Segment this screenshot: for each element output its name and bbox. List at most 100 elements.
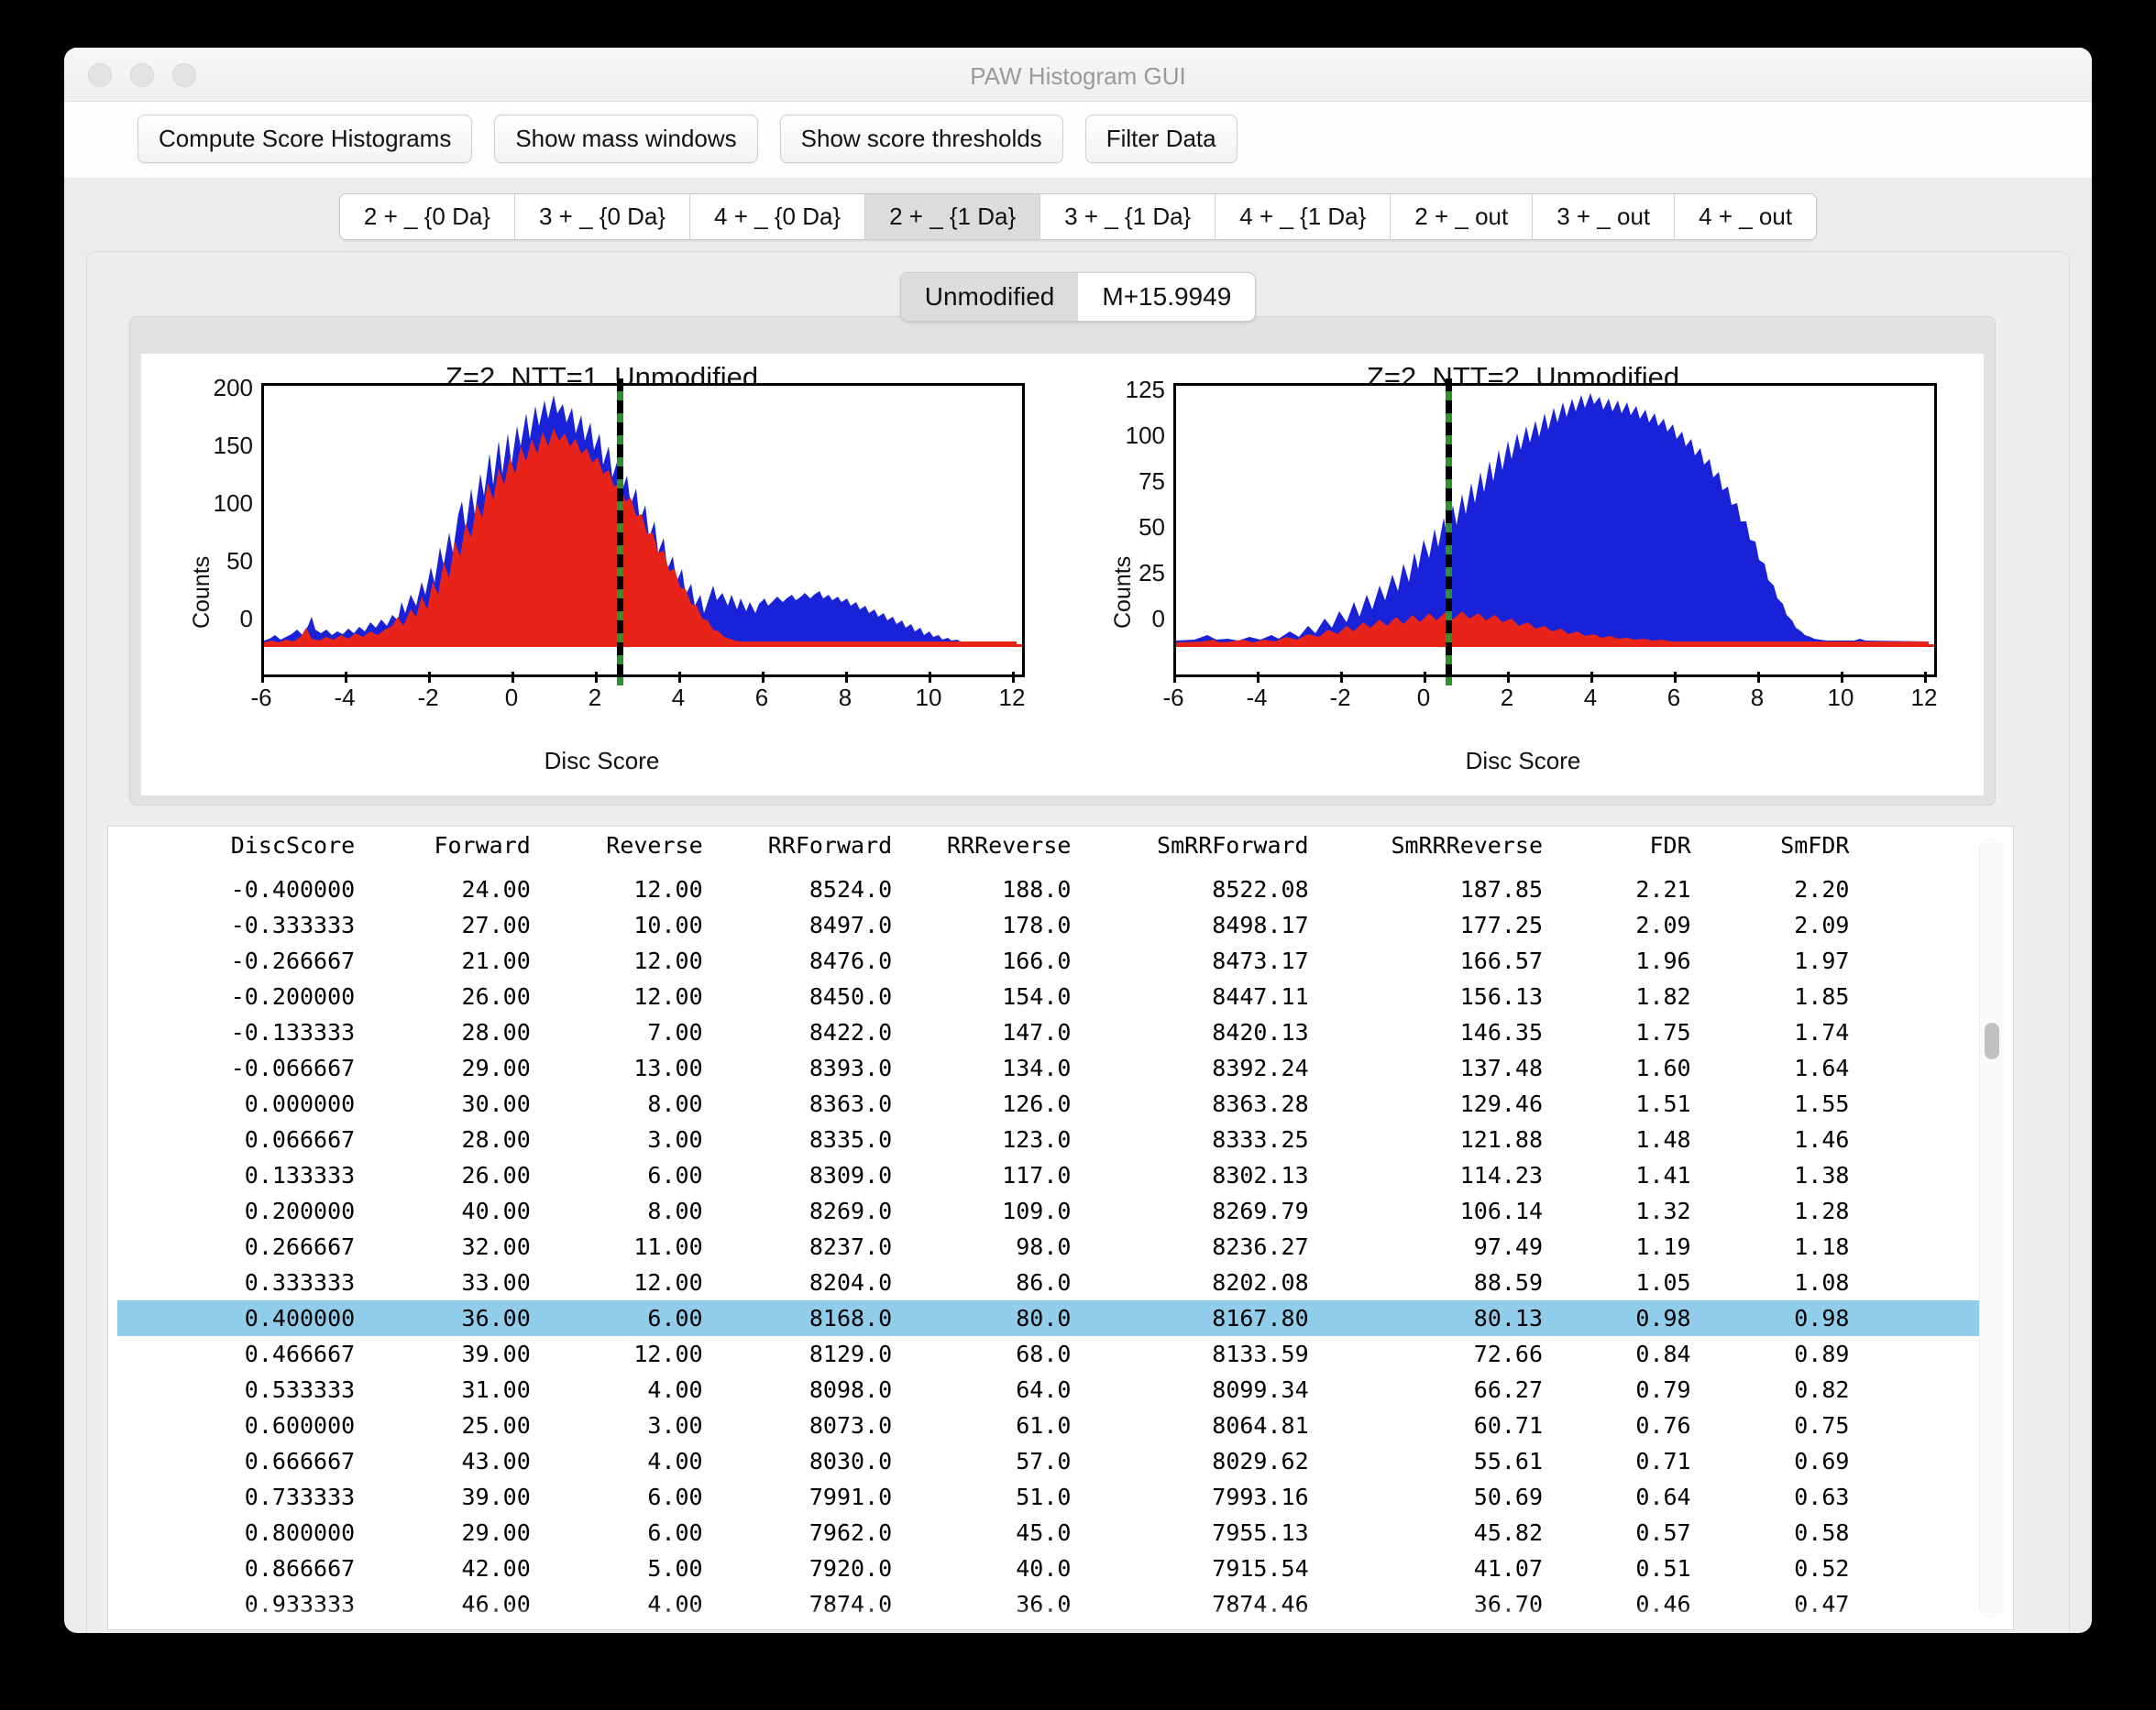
table-cell-reverse: 8.00	[531, 1193, 703, 1229]
table-cell-rrreverse: 188.0	[892, 871, 1071, 907]
table-cell-smrrreverse: 156.13	[1309, 979, 1543, 1014]
table-cell-spacer	[1849, 1336, 1987, 1372]
column-header-forward[interactable]: Forward	[355, 827, 531, 871]
table-row[interactable]: 0.26666732.0011.008237.098.08236.2797.49…	[117, 1229, 1987, 1265]
x-tick-left-0: 0	[493, 684, 530, 712]
table-cell-fdr: 0.71	[1543, 1443, 1691, 1479]
table-cell-smrrreverse: 166.57	[1309, 943, 1543, 979]
table-scrollbar-thumb[interactable]	[1985, 1023, 1999, 1059]
title-bar: PAW Histogram GUI	[64, 48, 2092, 102]
filter-data-button[interactable]: Filter Data	[1085, 115, 1238, 163]
table-cell-reverse: 4.00	[531, 1622, 703, 1630]
table-row[interactable]: -0.06666729.0013.008393.0134.08392.24137…	[117, 1050, 1987, 1086]
show-score-thresholds-button[interactable]: Show score thresholds	[780, 115, 1063, 163]
tab-4plus-1da[interactable]: 4 + _ {1 Da}	[1216, 194, 1391, 239]
table-row[interactable]: 0.93333346.004.007874.036.07874.4636.700…	[117, 1586, 1987, 1622]
table-cell-reverse: 3.00	[531, 1122, 703, 1157]
table-cell-rrforward: 8476.0	[703, 943, 893, 979]
charge-state-tab-bar: 2 + _ {0 Da} 3 + _ {0 Da} 4 + _ {0 Da} 2…	[64, 179, 2092, 251]
table-cell-forward: 21.00	[355, 943, 531, 979]
histogram-svg-left	[264, 386, 1017, 669]
table-row[interactable]: 0.73333339.006.007991.051.07993.1650.690…	[117, 1479, 1987, 1515]
tab-2plus-out[interactable]: 2 + _ out	[1391, 194, 1533, 239]
table-row[interactable]: 0.80000029.006.007962.045.07955.1345.820…	[117, 1515, 1987, 1551]
table-row[interactable]: 0.60000025.003.008073.061.08064.8160.710…	[117, 1408, 1987, 1443]
subtab-m-plus-15-9949[interactable]: M+15.9949	[1078, 273, 1255, 321]
table-cell-reverse: 12.00	[531, 979, 703, 1014]
y-tick-right-75: 75	[1081, 467, 1165, 496]
table-row[interactable]: 0.53333331.004.008098.064.08099.3466.270…	[117, 1372, 1987, 1408]
table-cell-reverse: 4.00	[531, 1586, 703, 1622]
table-cell-forward: 32.00	[355, 1229, 531, 1265]
table-cell-reverse: 6.00	[531, 1300, 703, 1336]
score-threshold-line-right[interactable]	[1446, 378, 1452, 685]
column-header-rrforward[interactable]: RRForward	[703, 827, 893, 871]
table-cell-discscore: 0.066667	[117, 1122, 355, 1157]
subtab-unmodified[interactable]: Unmodified	[901, 273, 1079, 321]
table-cell-smrrreverse: 129.46	[1309, 1086, 1543, 1122]
show-mass-windows-button[interactable]: Show mass windows	[494, 115, 757, 163]
table-row[interactable]: 0.33333333.0012.008204.086.08202.0888.59…	[117, 1265, 1987, 1300]
table-row[interactable]: 1.00000042.004.007832.032.07832.0332.820…	[117, 1622, 1987, 1630]
table-cell-spacer	[1849, 1372, 1987, 1408]
table-cell-smrrforward: 8498.17	[1071, 907, 1308, 943]
table-row[interactable]: 0.40000036.006.008168.080.08167.8080.130…	[117, 1300, 1987, 1336]
table-row[interactable]: -0.13333328.007.008422.0147.08420.13146.…	[117, 1014, 1987, 1050]
column-header-smfdr[interactable]: SmFDR	[1691, 827, 1850, 871]
fdr-table-panel[interactable]: DiscScore Forward Reverse RRForward RRRe…	[107, 826, 2014, 1630]
score-threshold-line-left[interactable]	[617, 378, 623, 685]
tab-4plus-0da[interactable]: 4 + _ {0 Da}	[690, 194, 865, 239]
table-cell-rrreverse: 154.0	[892, 979, 1071, 1014]
x-tickmark-right-1	[1257, 672, 1260, 683]
table-cell-discscore: 0.933333	[117, 1586, 355, 1622]
compute-score-histograms-button[interactable]: Compute Score Histograms	[138, 115, 472, 163]
tab-2plus-0da[interactable]: 2 + _ {0 Da}	[340, 194, 515, 239]
y-tick-left-0: 0	[169, 605, 253, 633]
x-tick-left-4: 4	[660, 684, 697, 712]
table-cell-discscore: 0.333333	[117, 1265, 355, 1300]
table-cell-forward: 36.00	[355, 1300, 531, 1336]
table-row[interactable]: 0.20000040.008.008269.0109.08269.79106.1…	[117, 1193, 1987, 1229]
table-cell-discscore: -0.200000	[117, 979, 355, 1014]
table-row[interactable]: 0.46666739.0012.008129.068.08133.5972.66…	[117, 1336, 1987, 1372]
table-row[interactable]: -0.26666721.0012.008476.0166.08473.17166…	[117, 943, 1987, 979]
table-row[interactable]: 0.86666742.005.007920.040.07915.5441.070…	[117, 1551, 1987, 1586]
plot-frame-left	[261, 383, 1025, 677]
table-row[interactable]: -0.40000024.0012.008524.0188.08522.08187…	[117, 871, 1987, 907]
tab-4plus-out[interactable]: 4 + _ out	[1675, 194, 1816, 239]
table-cell-smfdr: 1.18	[1691, 1229, 1850, 1265]
tab-3plus-out[interactable]: 3 + _ out	[1533, 194, 1675, 239]
table-row[interactable]: -0.33333327.0010.008497.0178.08498.17177…	[117, 907, 1987, 943]
x-tick-right-0: 0	[1405, 684, 1442, 712]
column-header-discscore[interactable]: DiscScore	[117, 827, 355, 871]
table-cell-smrrreverse: 114.23	[1309, 1157, 1543, 1193]
x-tickmark-left-7	[845, 672, 848, 683]
table-cell-rrreverse: 40.0	[892, 1551, 1071, 1586]
tab-2plus-1da[interactable]: 2 + _ {1 Da}	[865, 194, 1040, 239]
table-cell-forward: 29.00	[355, 1050, 531, 1086]
column-header-smrrforward[interactable]: SmRRForward	[1071, 827, 1308, 871]
column-header-smrrreverse[interactable]: SmRRReverse	[1309, 827, 1543, 871]
table-cell-discscore: 0.133333	[117, 1157, 355, 1193]
table-cell-smrrreverse: 88.59	[1309, 1265, 1543, 1300]
table-row[interactable]: 0.66666743.004.008030.057.08029.6255.610…	[117, 1443, 1987, 1479]
table-row[interactable]: 0.00000030.008.008363.0126.08363.28129.4…	[117, 1086, 1987, 1122]
table-cell-smrrreverse: 45.82	[1309, 1515, 1543, 1551]
table-scrollbar[interactable]	[1979, 838, 2004, 1618]
x-tickmark-right-6	[1674, 672, 1677, 683]
table-cell-smrrforward: 8167.80	[1071, 1300, 1308, 1336]
column-header-reverse[interactable]: Reverse	[531, 827, 703, 871]
table-row[interactable]: -0.20000026.0012.008450.0154.08447.11156…	[117, 979, 1987, 1014]
tab-3plus-1da[interactable]: 3 + _ {1 Da}	[1040, 194, 1216, 239]
table-cell-smrrreverse: 177.25	[1309, 907, 1543, 943]
table-cell-forward: 28.00	[355, 1122, 531, 1157]
column-header-fdr[interactable]: FDR	[1543, 827, 1691, 871]
table-cell-smfdr: 2.09	[1691, 907, 1850, 943]
table-row[interactable]: 0.13333326.006.008309.0117.08302.13114.2…	[117, 1157, 1987, 1193]
table-row[interactable]: 0.06666728.003.008335.0123.08333.25121.8…	[117, 1122, 1987, 1157]
histogram-ntt2: Z=2, NTT=2, Unmodified Counts 0 25 50 75…	[1062, 354, 1984, 795]
y-tick-left-100: 100	[169, 489, 253, 518]
tab-3plus-0da[interactable]: 3 + _ {0 Da}	[515, 194, 690, 239]
table-cell-smrrforward: 8363.28	[1071, 1086, 1308, 1122]
column-header-rrreverse[interactable]: RRReverse	[892, 827, 1071, 871]
